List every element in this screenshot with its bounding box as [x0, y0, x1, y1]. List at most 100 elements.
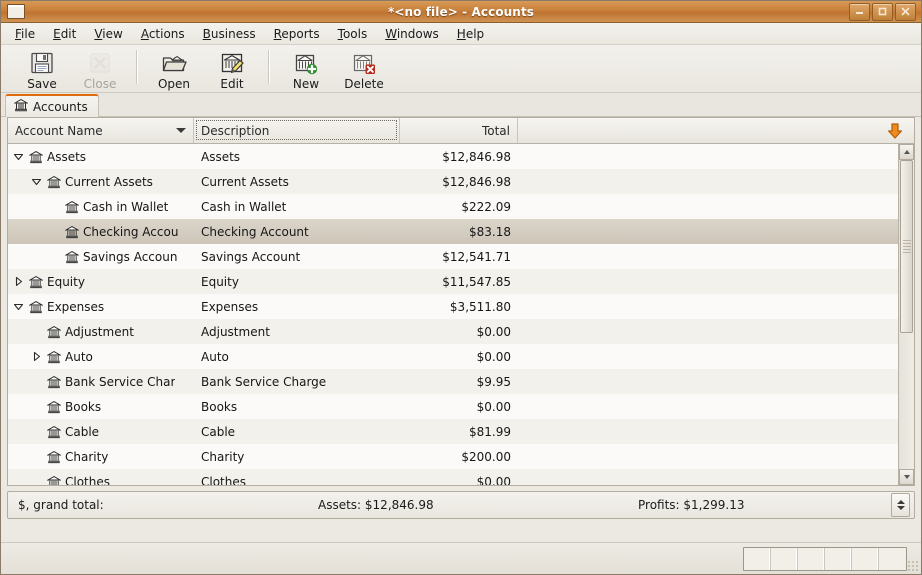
cell-description: Checking Account — [201, 224, 309, 239]
edit-button[interactable]: Edit — [203, 48, 261, 91]
status-panel-group — [743, 546, 907, 571]
menu-windows[interactable]: Windows — [376, 25, 448, 43]
expander-collapsed-icon[interactable] — [30, 350, 43, 363]
save-button[interactable]: Save — [13, 48, 71, 91]
column-header-account-name[interactable]: Account Name — [8, 118, 194, 143]
open-button[interactable]: Open — [145, 48, 203, 91]
expander-placeholder — [30, 475, 43, 485]
table-row[interactable]: Assets Assets $12,846.98 — [8, 144, 914, 169]
bank-icon — [46, 325, 62, 339]
column-header-description[interactable]: Description — [194, 118, 400, 143]
close-button-toolbar: Close — [71, 48, 129, 91]
vertical-scrollbar[interactable] — [898, 144, 914, 485]
account-name-text: Savings Accoun — [83, 249, 178, 264]
menu-actions[interactable]: Actions — [132, 25, 194, 43]
table-row[interactable]: Checking Accou Checking Account $83.18 — [8, 219, 914, 244]
close-button[interactable] — [895, 2, 916, 21]
accounts-tree-view: Account Name Description Total Assets Ass… — [7, 117, 915, 486]
scroll-up-button[interactable] — [899, 144, 914, 160]
cell-total: $3,511.80 — [449, 299, 511, 314]
expander-expanded-icon[interactable] — [30, 175, 43, 188]
cell-total: $9.95 — [476, 374, 511, 389]
cell-description: Charity — [201, 449, 245, 464]
table-row[interactable]: Adjustment Adjustment $0.00 — [8, 319, 914, 344]
cell-account-name: Adjustment — [8, 325, 194, 339]
new-button[interactable]: New — [277, 48, 335, 91]
column-header-total[interactable]: Total — [400, 118, 518, 143]
expander-expanded-icon[interactable] — [12, 150, 25, 163]
tree-rows[interactable]: Assets Assets $12,846.98 Current Assets Curr… — [8, 144, 914, 485]
table-row[interactable]: Books Books $0.00 — [8, 394, 914, 419]
cell-description: Adjustment — [201, 324, 270, 339]
maximize-button[interactable] — [872, 2, 893, 21]
resize-grip-icon[interactable] — [907, 560, 919, 572]
menu-reports[interactable]: Reports — [265, 25, 329, 43]
table-row[interactable]: Expenses Expenses $3,511.80 — [8, 294, 914, 319]
summary-grand-total-label: $, grand total: — [18, 498, 104, 512]
spinner-down-icon[interactable] — [896, 506, 905, 510]
open-button-label: Open — [157, 77, 191, 91]
menu-tools[interactable]: Tools — [329, 25, 377, 43]
cell-description: Clothes — [201, 474, 246, 486]
table-row[interactable]: Cash in Wallet Cash in Wallet $222.09 — [8, 194, 914, 219]
table-row[interactable]: Cable Cable $81.99 — [8, 419, 914, 444]
menu-view[interactable]: View — [85, 25, 131, 43]
cell-account-name: Clothes — [8, 474, 194, 486]
orange-down-arrow-icon[interactable] — [876, 118, 914, 143]
account-name-text: Charity — [65, 449, 109, 464]
cell-account-name: Current Assets — [8, 175, 194, 189]
window-title: *<no file> - Accounts — [387, 4, 535, 19]
cell-total: $83.18 — [469, 224, 511, 239]
cell-description: Expenses — [201, 299, 259, 314]
toolbar-separator-1 — [136, 50, 138, 84]
cell-description: Books — [201, 399, 238, 414]
cell-total: $12,541.71 — [442, 249, 511, 264]
account-name-text: Equity — [47, 274, 85, 289]
table-row[interactable]: Charity Charity $200.00 — [8, 444, 914, 469]
scrollbar-thumb[interactable] — [900, 160, 913, 333]
scrollbar-track[interactable] — [899, 160, 914, 469]
expander-placeholder — [30, 325, 43, 338]
delete-button-label: Delete — [344, 77, 384, 91]
table-row[interactable]: Auto Auto $0.00 — [8, 344, 914, 369]
tab-accounts[interactable]: Accounts — [5, 94, 99, 117]
column-header-filler — [518, 118, 876, 143]
account-name-text: Assets — [47, 149, 87, 164]
table-row[interactable]: Clothes Clothes $0.00 — [8, 469, 914, 485]
cell-account-name: Cable — [8, 425, 194, 439]
menu-edit[interactable]: Edit — [44, 25, 85, 43]
expander-placeholder — [30, 400, 43, 413]
delete-button[interactable]: Delete — [335, 48, 393, 91]
bank-icon — [46, 175, 62, 189]
bank-icon — [64, 225, 80, 239]
cell-total: $81.99 — [469, 424, 511, 439]
cell-total: $222.09 — [461, 199, 511, 214]
menu-business[interactable]: Business — [194, 25, 265, 43]
table-row[interactable]: Bank Service Char Bank Service Charge $9.9… — [8, 369, 914, 394]
status-panel-cell — [798, 547, 825, 570]
table-row[interactable]: Equity Equity $11,547.85 — [8, 269, 914, 294]
column-header-account-name-label: Account Name — [15, 123, 103, 138]
expander-expanded-icon[interactable] — [12, 300, 25, 313]
save-button-label: Save — [27, 77, 57, 91]
account-name-text: Books — [65, 399, 102, 414]
account-name-text: Auto — [65, 349, 93, 364]
account-name-text: Clothes — [65, 474, 110, 486]
bank-icon — [64, 200, 80, 214]
menu-help[interactable]: Help — [448, 25, 493, 43]
cell-description: Cash in Wallet — [201, 199, 287, 214]
scroll-down-button[interactable] — [899, 469, 914, 485]
window-icon — [7, 4, 25, 19]
account-new-plus-icon — [293, 50, 319, 76]
minimize-button[interactable] — [849, 2, 870, 21]
menu-file[interactable]: File — [6, 25, 44, 43]
bank-icon — [46, 475, 62, 485]
expander-collapsed-icon[interactable] — [12, 275, 25, 288]
summary-assets-value: Assets: $12,846.98 — [318, 498, 434, 512]
spinner-up-icon[interactable] — [896, 500, 905, 504]
scrollbar-grip-icon — [902, 239, 911, 254]
table-row[interactable]: Savings Accoun Savings Account $12,541.71 — [8, 244, 914, 269]
summary-spinner[interactable] — [891, 493, 910, 517]
account-name-text: Cable — [65, 424, 100, 439]
table-row[interactable]: Current Assets Current Assets $12,846.98 — [8, 169, 914, 194]
